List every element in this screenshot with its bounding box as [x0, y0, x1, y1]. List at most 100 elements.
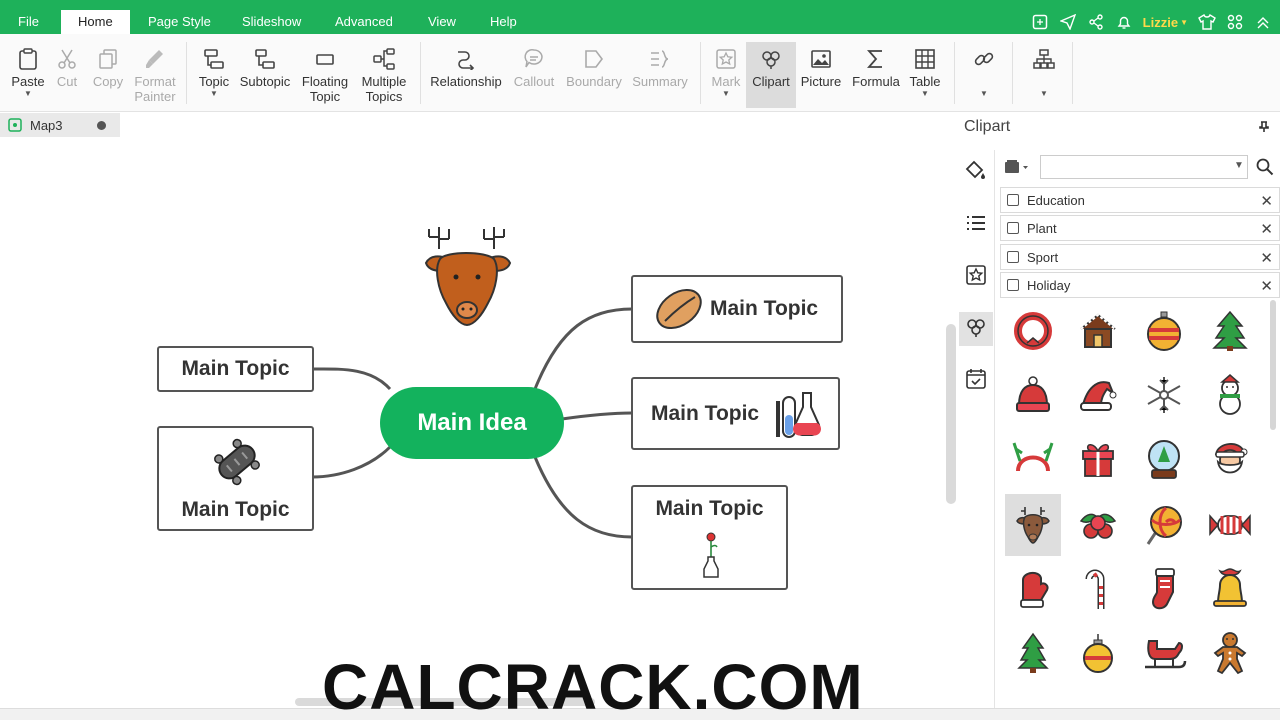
close-icon[interactable]: ✕: [1260, 249, 1273, 267]
menu-advanced[interactable]: Advanced: [335, 14, 393, 29]
topic-button[interactable]: Topic ▼: [195, 44, 233, 99]
candy-icon[interactable]: [1202, 494, 1258, 556]
topic-label: Topic: [198, 74, 230, 89]
mitten-icon[interactable]: [1005, 558, 1061, 620]
christmas-tree-icon[interactable]: [1202, 300, 1258, 362]
reindeer-icon[interactable]: [1005, 494, 1061, 556]
santa-hat-icon[interactable]: [1070, 364, 1126, 426]
task-tab[interactable]: [959, 364, 993, 398]
summary-button[interactable]: Summary: [630, 44, 690, 89]
category-label: Education: [1027, 192, 1085, 208]
close-icon[interactable]: ✕: [1260, 277, 1273, 295]
copy-button[interactable]: Copy: [90, 44, 126, 89]
menu-help[interactable]: Help: [490, 14, 517, 29]
gingerbread-man-icon[interactable]: [1202, 622, 1258, 684]
document-tab-title: Map3: [30, 117, 63, 133]
category-tag-holiday[interactable]: Holiday ✕: [1000, 272, 1280, 298]
user-name[interactable]: Lizzie: [1143, 15, 1178, 30]
formula-button[interactable]: Formula: [850, 44, 902, 89]
category-tag-plant[interactable]: Plant ✕: [1000, 215, 1280, 241]
style-tab[interactable]: [959, 156, 993, 190]
link-caret-icon[interactable]: ▼: [966, 89, 1002, 99]
layout-button[interactable]: ▼: [1026, 44, 1062, 99]
menu-slideshow[interactable]: Slideshow: [242, 14, 301, 29]
fullscreen-icon[interactable]: [1031, 13, 1049, 31]
layout-caret-icon[interactable]: ▼: [1026, 89, 1062, 99]
gift-box-icon[interactable]: [1070, 428, 1126, 490]
snow-globe-icon[interactable]: [1136, 428, 1192, 490]
small-tree-icon[interactable]: [1005, 622, 1061, 684]
clipart-button[interactable]: Clipart: [746, 42, 796, 108]
santa-face-icon[interactable]: [1202, 428, 1258, 490]
category-tag-sport[interactable]: Sport ✕: [1000, 244, 1280, 270]
bell-icon[interactable]: [1115, 13, 1133, 31]
wreath-icon[interactable]: [1005, 300, 1061, 362]
gold-ornament-icon[interactable]: [1070, 622, 1126, 684]
snowman-icon[interactable]: [1202, 364, 1258, 426]
close-icon[interactable]: ✕: [1260, 192, 1273, 210]
menu-view[interactable]: View: [428, 14, 456, 29]
hyperlink-button[interactable]: ▼: [966, 44, 1002, 99]
shirt-icon[interactable]: [1198, 13, 1216, 31]
stocking-icon[interactable]: [1136, 558, 1192, 620]
outline-tab[interactable]: [959, 208, 993, 242]
menu-home[interactable]: Home: [61, 10, 130, 34]
sleigh-icon[interactable]: [1136, 622, 1192, 684]
search-icon[interactable]: [1256, 158, 1274, 176]
table-caret-icon[interactable]: ▼: [906, 89, 944, 99]
mark-button[interactable]: Mark ▼: [708, 44, 744, 99]
topic-node[interactable]: Main Topic: [631, 275, 843, 343]
multiple-topics-button[interactable]: Multiple Topics: [356, 44, 412, 104]
gingerbread-house-icon[interactable]: [1070, 300, 1126, 362]
unsaved-dot-icon[interactable]: [97, 121, 106, 130]
ornament-ball-icon[interactable]: [1136, 300, 1192, 362]
snowflake-icon[interactable]: [1136, 364, 1192, 426]
format-painter-button[interactable]: Format Painter: [132, 44, 178, 104]
relationship-button[interactable]: Relationship: [428, 44, 504, 89]
subtopic-button[interactable]: Subtopic: [238, 44, 292, 89]
topic-node[interactable]: Main Topic: [157, 426, 314, 531]
pin-icon[interactable]: [1258, 120, 1270, 138]
collapse-up-icon[interactable]: [1254, 13, 1272, 31]
library-dropdown-icon[interactable]: [1004, 159, 1030, 175]
main-idea-node[interactable]: Main Idea: [380, 387, 564, 459]
cut-button[interactable]: Cut: [52, 44, 82, 89]
topic-node[interactable]: Main Topic: [631, 485, 788, 590]
callout-button[interactable]: Callout: [510, 44, 558, 89]
reindeer-clipart[interactable]: [414, 225, 520, 334]
menu-file[interactable]: File: [18, 14, 39, 29]
reindeer-headband-icon[interactable]: [1005, 428, 1061, 490]
table-button[interactable]: Table ▼: [906, 44, 944, 99]
bell-icon[interactable]: [1202, 558, 1258, 620]
paste-caret-icon[interactable]: ▼: [8, 89, 48, 99]
topic-node[interactable]: Main Topic: [157, 346, 314, 392]
document-tab[interactable]: Map3: [0, 113, 120, 137]
canvas-vertical-scrollbar[interactable]: [946, 324, 956, 504]
menu-page-style[interactable]: Page Style: [148, 14, 211, 29]
mark-caret-icon[interactable]: ▼: [708, 89, 744, 99]
panel-scrollbar[interactable]: [1270, 300, 1276, 430]
picture-button[interactable]: Picture: [798, 44, 844, 89]
winter-hat-icon[interactable]: [1005, 364, 1061, 426]
candy-cane-icon[interactable]: [1070, 558, 1126, 620]
clipart-tab[interactable]: [959, 312, 993, 346]
floating-topic-button[interactable]: Floating Topic: [298, 44, 352, 104]
mark-tab[interactable]: [959, 260, 993, 294]
close-icon[interactable]: ✕: [1260, 220, 1273, 238]
top-right-tools: Lizzie ▼: [1031, 10, 1280, 34]
topic-caret-icon[interactable]: ▼: [195, 89, 233, 99]
user-caret-icon[interactable]: ▼: [1180, 18, 1188, 27]
send-icon[interactable]: [1059, 13, 1077, 31]
category-tag-education[interactable]: Education ✕: [1000, 187, 1280, 213]
holly-berries-icon[interactable]: [1070, 494, 1126, 556]
topic-node[interactable]: Main Topic: [631, 377, 840, 450]
sigma-icon: [850, 44, 902, 70]
mindmap-canvas[interactable]: Main Idea Main Topic Main Topic Main Top…: [0, 137, 948, 697]
clipart-search-input[interactable]: [1040, 155, 1248, 179]
apps-grid-icon[interactable]: [1226, 13, 1244, 31]
paste-button[interactable]: Paste ▼: [8, 44, 48, 99]
lollipop-icon[interactable]: [1136, 494, 1192, 556]
search-dropdown-caret-icon[interactable]: ▼: [1234, 160, 1244, 171]
boundary-button[interactable]: Boundary: [564, 44, 624, 89]
share-icon[interactable]: [1087, 13, 1105, 31]
